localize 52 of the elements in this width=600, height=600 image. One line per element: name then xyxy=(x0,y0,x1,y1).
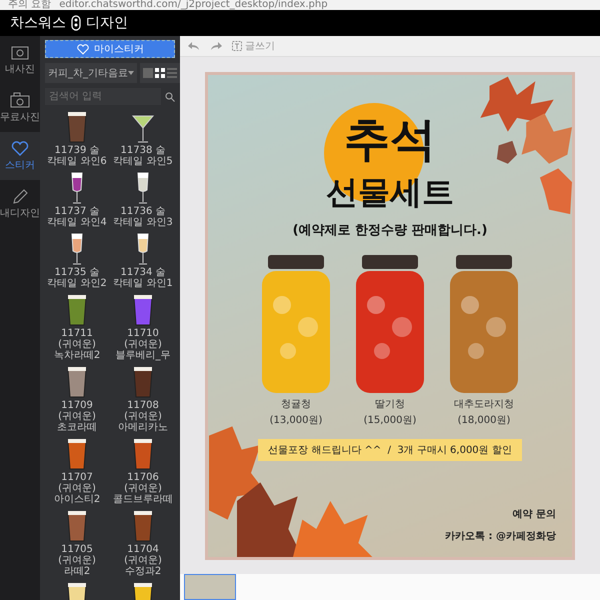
sticker-label: 11737 술 칵테일 와인4 xyxy=(46,206,108,228)
drink-sticker[interactable] xyxy=(65,365,89,399)
caret-icon xyxy=(128,71,134,75)
drink-sticker[interactable] xyxy=(65,509,89,543)
poster-note: (예약제로 한정수량 판매합니다.) xyxy=(292,222,488,238)
drink-sticker[interactable] xyxy=(131,437,155,471)
sidebar-tab[interactable]: 스티커 xyxy=(0,132,40,180)
sticker-label: 11707 (귀여운)아이스티2 xyxy=(52,472,102,505)
rail-icon xyxy=(10,44,30,60)
contact-text: 카카오톡 : @카페정화당 xyxy=(445,530,556,542)
sticker-label: 11709 (귀여운)초코라떼 xyxy=(56,400,98,433)
product-name: 대추도라지청 xyxy=(454,398,514,410)
product-name: 청귤청 xyxy=(281,398,311,410)
view-mode-icon[interactable] xyxy=(155,68,165,78)
sticker-label: 11708 (귀여운)아메리카노 xyxy=(117,400,169,433)
text-box-icon xyxy=(232,41,242,51)
product-name: 딸기청 xyxy=(375,398,405,410)
sidebar-tab[interactable]: 무료사진 xyxy=(0,84,40,132)
my-sticker-button[interactable]: 마이스티커 xyxy=(45,40,175,58)
brand-name: 차스워스 xyxy=(10,14,66,32)
drink-sticker[interactable] xyxy=(131,509,155,543)
heart-icon xyxy=(76,43,90,55)
rail-icon xyxy=(10,140,30,156)
sidebar-tab[interactable]: 내사진 xyxy=(0,36,40,84)
drink-sticker[interactable] xyxy=(131,365,155,399)
product-price: (18,000원) xyxy=(458,414,510,426)
sticker-label: 11739 술 칵테일 와인6 xyxy=(46,145,108,167)
drink-sticker[interactable] xyxy=(131,293,155,327)
sticker-label: 11738 술 칵테일 와인5 xyxy=(112,145,174,167)
sticker-label: 11705 (귀여운) 라떼2 xyxy=(57,544,97,577)
brand-name: 디자인 xyxy=(86,14,128,32)
sticker-label: 11736 술 칵테일 와인3 xyxy=(112,206,174,228)
sticker-label: 11734 술 칵테일 와인1 xyxy=(112,267,174,289)
search-icon xyxy=(165,92,175,102)
sticker-label: 11706 (귀여운)콜드브루라떼 xyxy=(112,472,174,505)
product-price: (15,000원) xyxy=(364,414,416,426)
rail-icon xyxy=(10,92,30,108)
page-thumbnail[interactable] xyxy=(184,574,236,600)
sticker-label: 11710 (귀여운)블루베리_무 xyxy=(114,328,172,361)
sidebar-tab[interactable]: 내디자인 xyxy=(0,180,40,228)
search-field[interactable]: 검색어 입력 xyxy=(45,88,161,105)
product-price: (13,000원) xyxy=(270,414,322,426)
sticker-label: 11711 (귀여운)녹차라떼2 xyxy=(52,328,102,361)
category-dropdown[interactable]: 커피_차_기타음료 xyxy=(45,63,137,83)
sticker-label: 11704 (귀여운) 수정과2 xyxy=(123,544,163,577)
logo-icon xyxy=(71,15,81,31)
contact-title: 예약 문의 xyxy=(512,508,556,520)
promo-banner: 선물포장 해드립니다 ^^ / 3개 구매시 6,000원 할인 xyxy=(258,438,522,460)
drink-sticker[interactable] xyxy=(65,293,89,327)
drink-sticker[interactable] xyxy=(65,110,89,144)
drink-sticker[interactable] xyxy=(65,437,89,471)
sticker-label: 11735 술 칵테일 와인2 xyxy=(46,267,108,289)
